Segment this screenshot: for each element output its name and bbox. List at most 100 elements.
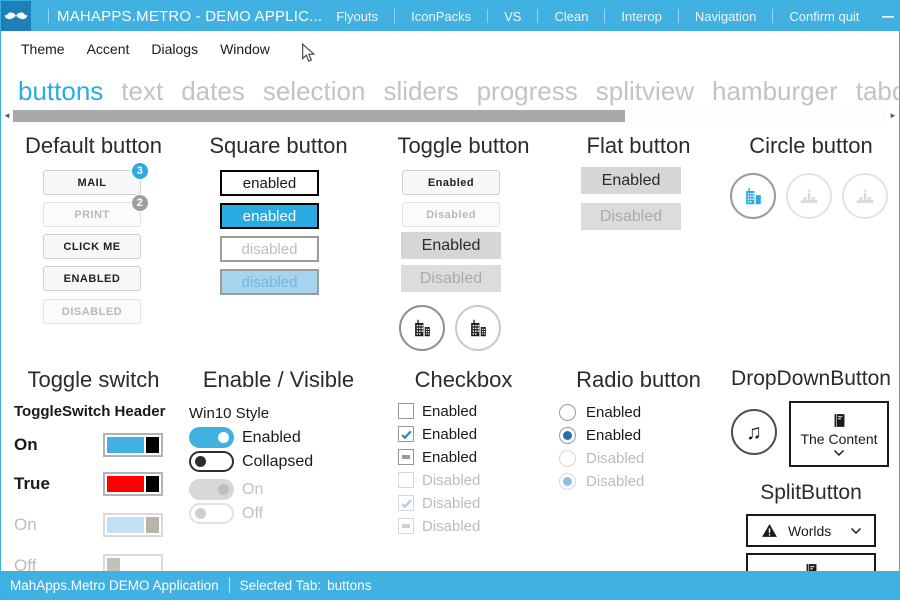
titlebar-separator xyxy=(772,9,773,23)
checkbox-enabled-indeterminate[interactable] xyxy=(398,449,414,465)
minimize-button[interactable] xyxy=(867,1,899,31)
toggle-label-enabled: Enabled xyxy=(242,427,301,448)
toggle-button-enabled[interactable]: Enabled xyxy=(402,170,500,195)
warning-icon xyxy=(761,522,778,539)
group-dropdown-split: DropDownButton ♫ The Content SplitButton… xyxy=(721,367,899,571)
toggle-label-collapsed: Collapsed xyxy=(242,451,313,472)
toggle-switch-on-disabled xyxy=(103,513,163,537)
music-circle-button[interactable]: ♫ xyxy=(731,409,777,455)
titlebar-separator xyxy=(537,9,538,23)
menu-bar: Theme Accent Dialogs Window xyxy=(1,31,899,67)
toggle-switch-off-disabled xyxy=(103,554,163,571)
button-label: CLICK ME xyxy=(63,241,120,253)
dropdown-content-button[interactable]: The Content xyxy=(789,401,889,467)
titlebar-menu-confirm-quit[interactable]: Confirm quit xyxy=(781,9,867,24)
checkbox-disabled-unchecked xyxy=(398,472,414,488)
titlebar-menu-navigation[interactable]: Navigation xyxy=(687,9,764,24)
radio-enabled-unselected[interactable] xyxy=(559,404,576,421)
switch-fill xyxy=(107,476,144,492)
app-window: MAHAPPS.METRO - DEMO APPLIC... Flyouts I… xyxy=(0,0,900,600)
group-title: Flat button xyxy=(556,133,721,159)
circle-button-city[interactable] xyxy=(730,173,776,219)
mail-button[interactable]: MAIL 3 xyxy=(43,170,141,195)
radio-disabled-selected xyxy=(559,473,576,490)
scrollbar-thumb[interactable] xyxy=(13,110,625,122)
toggle-switch-on[interactable] xyxy=(103,433,163,457)
checkbox-label: Enabled xyxy=(422,403,477,420)
titlebar-menu-flyouts[interactable]: Flyouts xyxy=(328,9,386,24)
city-icon xyxy=(742,185,764,207)
menu-dialogs[interactable]: Dialogs xyxy=(140,39,209,59)
win10-toggle-collapsed[interactable] xyxy=(189,451,234,472)
flat-button-enabled[interactable]: Enabled xyxy=(581,167,681,194)
tab-splitview[interactable]: splitview xyxy=(587,77,703,107)
scrollbar-track[interactable] xyxy=(13,109,887,123)
titlebar-menu-vs[interactable]: VS xyxy=(496,9,529,24)
click-me-button[interactable]: CLICK ME xyxy=(43,234,141,259)
split-button-worlds[interactable]: Worlds xyxy=(746,514,876,547)
tab-progress[interactable]: progress xyxy=(468,77,587,107)
toggle-knob xyxy=(218,432,229,443)
win10-toggle-enabled[interactable] xyxy=(189,427,234,448)
tab-sliders[interactable]: sliders xyxy=(374,77,467,107)
button-label: MAIL xyxy=(78,177,107,189)
indeterminate-dash xyxy=(402,524,410,528)
toggleswitch-header: ToggleSwitch Header xyxy=(14,403,165,420)
skyline-icon xyxy=(854,185,876,207)
titlebar-menu: Flyouts IconPacks VS Clean Interop Navig… xyxy=(328,9,867,24)
enabled-button[interactable]: ENABLED xyxy=(43,266,141,291)
radio-enabled-selected[interactable] xyxy=(559,427,576,444)
titlebar-menu-interop[interactable]: Interop xyxy=(613,9,669,24)
horizontal-scrollbar[interactable]: ◄ ► xyxy=(1,109,899,123)
radio-label: Enabled xyxy=(586,404,641,421)
statusbar-separator xyxy=(229,577,230,593)
tab-buttons[interactable]: buttons xyxy=(9,77,112,107)
badge-count: 2 xyxy=(131,194,149,212)
scroll-right-icon[interactable]: ► xyxy=(887,109,899,123)
button-label: ENABLED xyxy=(64,273,121,285)
switch-thumb[interactable] xyxy=(146,437,159,453)
tab-text[interactable]: text xyxy=(112,77,172,107)
group-title: Enable / Visible xyxy=(186,367,371,393)
titlebar-separator xyxy=(487,9,488,23)
group-title: DropDownButton xyxy=(721,367,899,391)
circle-toggle-city-button-2[interactable] xyxy=(455,305,501,351)
tab-hamburger[interactable]: hamburger xyxy=(703,77,847,107)
menu-accent[interactable]: Accent xyxy=(76,39,141,59)
checkbox-enabled-checked[interactable] xyxy=(398,426,414,442)
tab-dates[interactable]: dates xyxy=(172,77,254,107)
content-area: Default button MAIL 3 PRINT 2 CLICK ME E… xyxy=(1,123,899,571)
window-controls xyxy=(867,1,899,31)
switch-thumb[interactable] xyxy=(146,476,159,492)
switch-label-on: On xyxy=(14,433,38,457)
disabled-button: DISABLED xyxy=(43,299,141,324)
toggle-flat-enabled[interactable]: Enabled xyxy=(401,232,501,259)
group-title: Checkbox xyxy=(371,367,556,393)
titlebar-menu-iconpacks[interactable]: IconPacks xyxy=(403,9,479,24)
menu-window[interactable]: Window xyxy=(209,39,281,59)
tab-tabcontrol[interactable]: tabcont xyxy=(847,77,899,107)
switch-fill xyxy=(107,517,144,533)
group-radio-button: Radio button Enabled Enabled Disabled Di… xyxy=(556,367,721,571)
square-button-disabled-accent: disabled xyxy=(220,269,319,295)
radio-label: Disabled xyxy=(586,450,644,467)
square-button-enabled[interactable]: enabled xyxy=(220,170,319,196)
print-button[interactable]: PRINT 2 xyxy=(43,202,141,227)
titlebar-menu-clean[interactable]: Clean xyxy=(546,9,596,24)
chevron-down-icon[interactable] xyxy=(850,527,862,535)
circle-toggle-city-button[interactable] xyxy=(399,305,445,351)
split-button-partial[interactable] xyxy=(746,553,876,571)
radio-label: Disabled xyxy=(586,473,644,490)
status-bar: MahApps.Metro DEMO Application Selected … xyxy=(1,571,899,599)
group-title: Toggle button xyxy=(371,133,556,159)
menu-theme[interactable]: Theme xyxy=(10,39,76,59)
flat-button-disabled: Disabled xyxy=(581,203,681,230)
checkbox-enabled-unchecked[interactable] xyxy=(398,403,414,419)
scroll-left-icon[interactable]: ◄ xyxy=(1,109,13,123)
toggle-switch-true[interactable] xyxy=(103,472,163,496)
square-button-enabled-accent[interactable]: enabled xyxy=(220,203,319,229)
square-button-disabled: disabled xyxy=(220,236,319,262)
group-toggle-switch: Toggle switch ToggleSwitch Header On Tru… xyxy=(1,367,186,571)
title-bar: MAHAPPS.METRO - DEMO APPLIC... Flyouts I… xyxy=(1,1,899,31)
tab-selection[interactable]: selection xyxy=(254,77,375,107)
